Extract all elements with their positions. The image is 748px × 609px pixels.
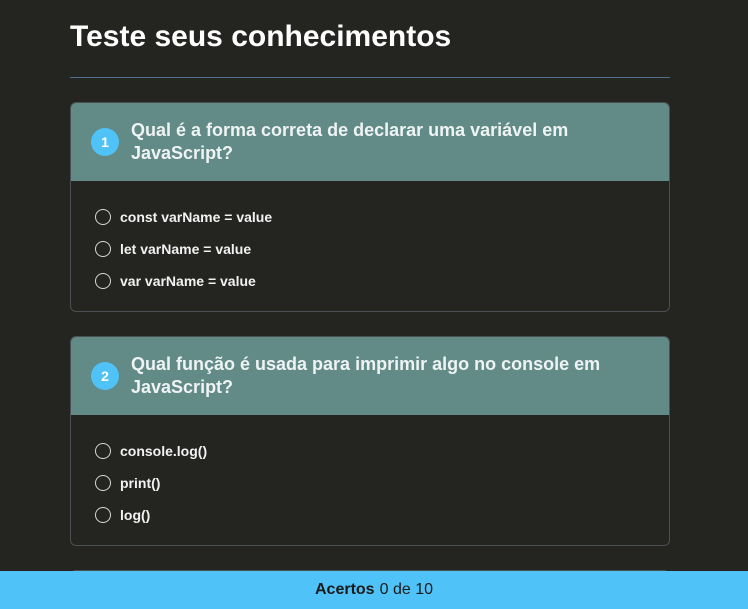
radio-button[interactable] [95,209,111,225]
question-card: 1 Qual é a forma correta de declarar uma… [70,102,670,312]
score-footer: Acertos 0 de 10 [0,571,748,609]
radio-button[interactable] [95,443,111,459]
option-item[interactable]: let varName = value [95,233,645,265]
radio-button[interactable] [95,273,111,289]
question-text: Qual função é usada para imprimir algo n… [131,354,601,397]
option-item[interactable]: const varName = value [95,201,645,233]
option-item[interactable]: console.log() [95,435,645,467]
radio-button[interactable] [95,241,111,257]
score-value: 0 [379,581,389,598]
score-label: Acertos [315,581,375,598]
score-total: 10 [415,581,433,598]
option-label: console.log() [120,443,208,459]
options-list: const varName = value let varName = valu… [71,181,669,311]
quiz-container: Teste seus conhecimentos 1 Qual é a form… [70,0,670,609]
option-item[interactable]: print() [95,467,645,499]
options-list: console.log() print() log() [71,415,669,545]
option-item[interactable]: log() [95,499,645,531]
question-card: 2 Qual função é usada para imprimir algo… [70,336,670,546]
option-item[interactable]: var varName = value [95,265,645,297]
page-title: Teste seus conhecimentos [70,20,452,53]
option-label: print() [120,475,161,491]
radio-button[interactable] [95,507,111,523]
quiz-page: Teste seus conhecimentos 1 Qual é a form… [0,0,748,609]
radio-button[interactable] [95,475,111,491]
question-number-badge: 2 [91,362,119,390]
option-label: const varName = value [120,209,273,225]
title-divider [70,77,670,78]
question-number-badge: 1 [91,128,119,156]
option-label: let varName = value [120,241,252,257]
option-label: log() [120,507,151,523]
question-header: 2 Qual função é usada para imprimir algo… [71,337,669,415]
question-text: Qual é a forma correta de declarar uma v… [131,120,569,163]
question-header: 1 Qual é a forma correta de declarar uma… [71,103,669,181]
option-label: var varName = value [120,273,256,289]
score-separator: de [392,581,411,598]
